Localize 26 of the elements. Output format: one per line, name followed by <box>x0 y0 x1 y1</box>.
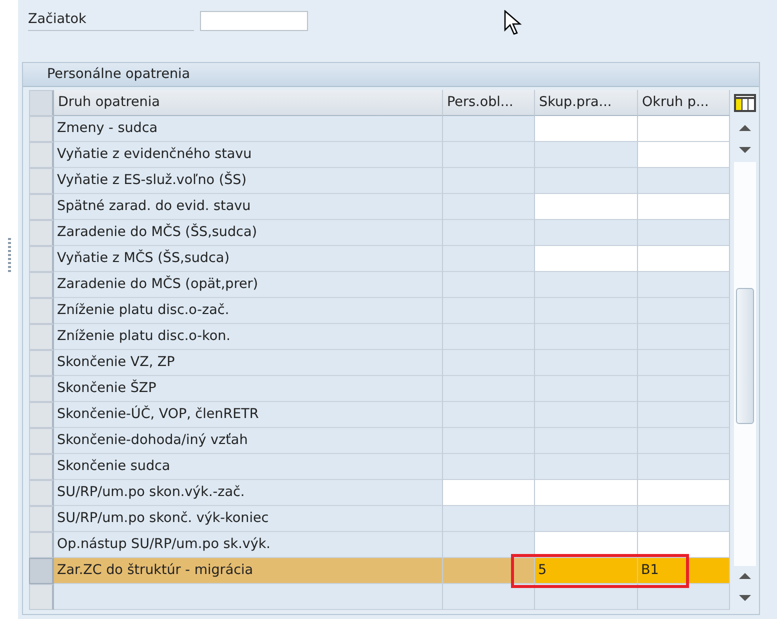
table-cell: Zníženie platu disc.o-zač. <box>54 298 443 324</box>
table-title: Personálne opatrenia <box>23 63 759 87</box>
table-cell: Skončenie VZ, ZP <box>54 350 443 376</box>
column-header[interactable]: Druh opatrenia <box>54 90 443 116</box>
input-cell[interactable]: 5 <box>535 558 638 584</box>
column-header[interactable]: Skup.pra... <box>535 90 638 116</box>
table-cell: Op.nástup SU/RP/um.po sk.výk. <box>54 532 443 558</box>
table-cell: Skončenie-ÚČ, VOP, členRETR <box>54 402 443 428</box>
table-cell: Spätné zarad. do evid. stavu <box>54 194 443 220</box>
column-header[interactable]: Okruh p... <box>638 90 730 116</box>
table-cell: Vyňatie z ES-služ.voľno (ŠS) <box>54 168 443 194</box>
column-header[interactable]: Pers.obl... <box>443 90 535 116</box>
table-cell: Vyňatie z MČS (ŠS,sudca) <box>54 246 443 272</box>
input-cell[interactable]: B1 <box>638 558 730 584</box>
table-cell: Skončenie sudca <box>54 454 443 480</box>
table-cell: Zaradenie do MČS (opät,prer) <box>54 272 443 298</box>
table-cell: SU/RP/um.po skonč. výk-koniec <box>54 506 443 532</box>
table-cell: Vyňatie z evidenčného stavu <box>54 142 443 168</box>
field-label: Začiatok <box>28 11 194 31</box>
table-cell: Zmeny - sudca <box>54 116 443 142</box>
table-cell: Zníženie platu disc.o-kon. <box>54 324 443 350</box>
table-cell: SU/RP/um.po skon.výk.-zač. <box>54 480 443 506</box>
table-cell: Zar.ZC do štruktúr - migrácia <box>54 558 443 584</box>
table-cell: Skončenie ŠZP <box>54 376 443 402</box>
table-cell: Skončenie-dohoda/iný vzťah <box>54 428 443 454</box>
table-cell: Zaradenie do MČS (ŠS,sudca) <box>54 220 443 246</box>
